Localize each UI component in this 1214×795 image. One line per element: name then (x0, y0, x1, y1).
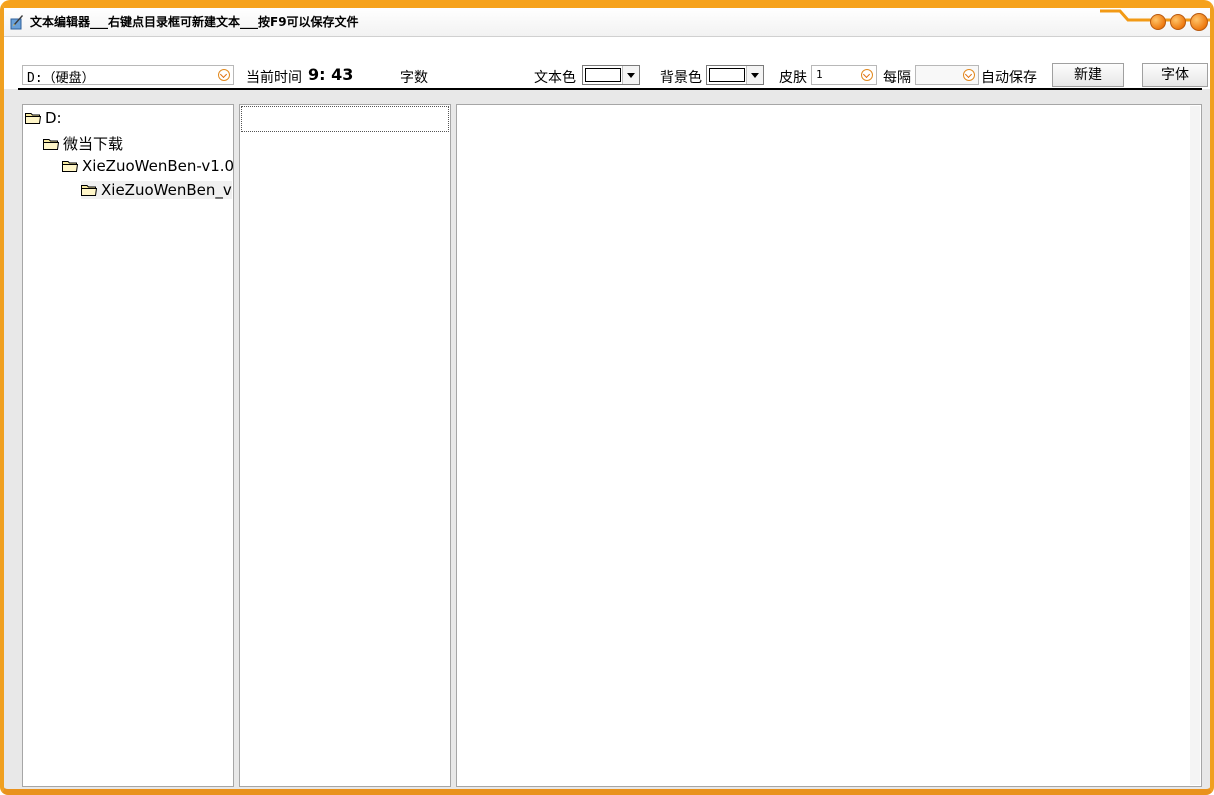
toolbar-divider (18, 88, 1202, 90)
tree-item-label: XieZuoWenBen_v (101, 181, 232, 199)
folder-icon (43, 138, 59, 150)
text-editor[interactable] (456, 104, 1202, 787)
time-label: 当前时间 (246, 70, 302, 86)
tree-item-label: XieZuoWenBen-v1.0 (82, 157, 234, 175)
interval-select[interactable] (915, 65, 979, 85)
drive-select[interactable]: D:（硬盘） (22, 65, 234, 86)
text-color-picker[interactable] (582, 65, 640, 85)
bg-color-picker[interactable] (706, 65, 764, 85)
close-button[interactable] (1190, 13, 1208, 31)
chevron-down-icon (622, 66, 639, 84)
skin-select[interactable]: 1 (811, 65, 877, 85)
minimize-button[interactable] (1150, 14, 1166, 30)
tree-item-folder[interactable]: XieZuoWenBen-v1.0 (62, 157, 234, 175)
skin-select-value: 1 (816, 68, 823, 81)
editor-scrollbar[interactable] (1190, 106, 1200, 785)
skin-label: 皮肤 (779, 70, 807, 86)
file-list[interactable] (239, 104, 451, 787)
bg-color-label: 背景色 (660, 70, 702, 86)
tree-item-folder-selected[interactable]: XieZuoWenBen_v (81, 181, 232, 199)
chevron-down-icon (746, 66, 763, 84)
text-color-label: 文本色 (534, 70, 576, 86)
folder-icon (62, 161, 78, 172)
new-button[interactable]: 新建 (1052, 63, 1124, 87)
font-button[interactable]: 字体 (1142, 63, 1208, 87)
app-icon (10, 15, 23, 30)
word-count-label: 字数 (400, 70, 428, 86)
toolbar: D:（硬盘） 当前时间 9: 43 字数 文本色 背景色 皮肤 1 每隔 自动保… (4, 37, 1210, 89)
title-bar[interactable]: 文本编辑器___右键点目录框可新建文本___按F9可以保存文件 (4, 8, 1210, 37)
folder-icon (81, 185, 97, 196)
directory-tree[interactable]: D: 微当下载 XieZuoWenBen-v1.0 XieZuoWenBen_v (22, 104, 234, 787)
chevron-down-icon (963, 69, 975, 81)
text-color-swatch (585, 68, 621, 82)
autosave-label: 自动保存 (981, 70, 1037, 86)
file-list-focus (241, 106, 449, 132)
tree-item-drive[interactable]: D: (25, 109, 62, 127)
app-window: 文本编辑器___右键点目录框可新建文本___按F9可以保存文件 D:（硬盘） 当… (0, 0, 1214, 795)
tree-item-label: D: (45, 109, 62, 127)
drive-select-value: D:（硬盘） (27, 71, 95, 86)
window-title: 文本编辑器___右键点目录框可新建文本___按F9可以保存文件 (30, 15, 359, 29)
chevron-down-icon (861, 69, 873, 81)
bg-color-swatch (709, 68, 745, 82)
chevron-down-icon (218, 69, 230, 81)
folder-icon (25, 113, 41, 124)
interval-label: 每隔 (883, 70, 911, 86)
tree-item-folder[interactable]: 微当下载 (43, 133, 123, 154)
time-value: 9: 43 (308, 65, 354, 84)
maximize-button[interactable] (1170, 14, 1186, 30)
tree-item-label: 微当下载 (63, 135, 124, 153)
